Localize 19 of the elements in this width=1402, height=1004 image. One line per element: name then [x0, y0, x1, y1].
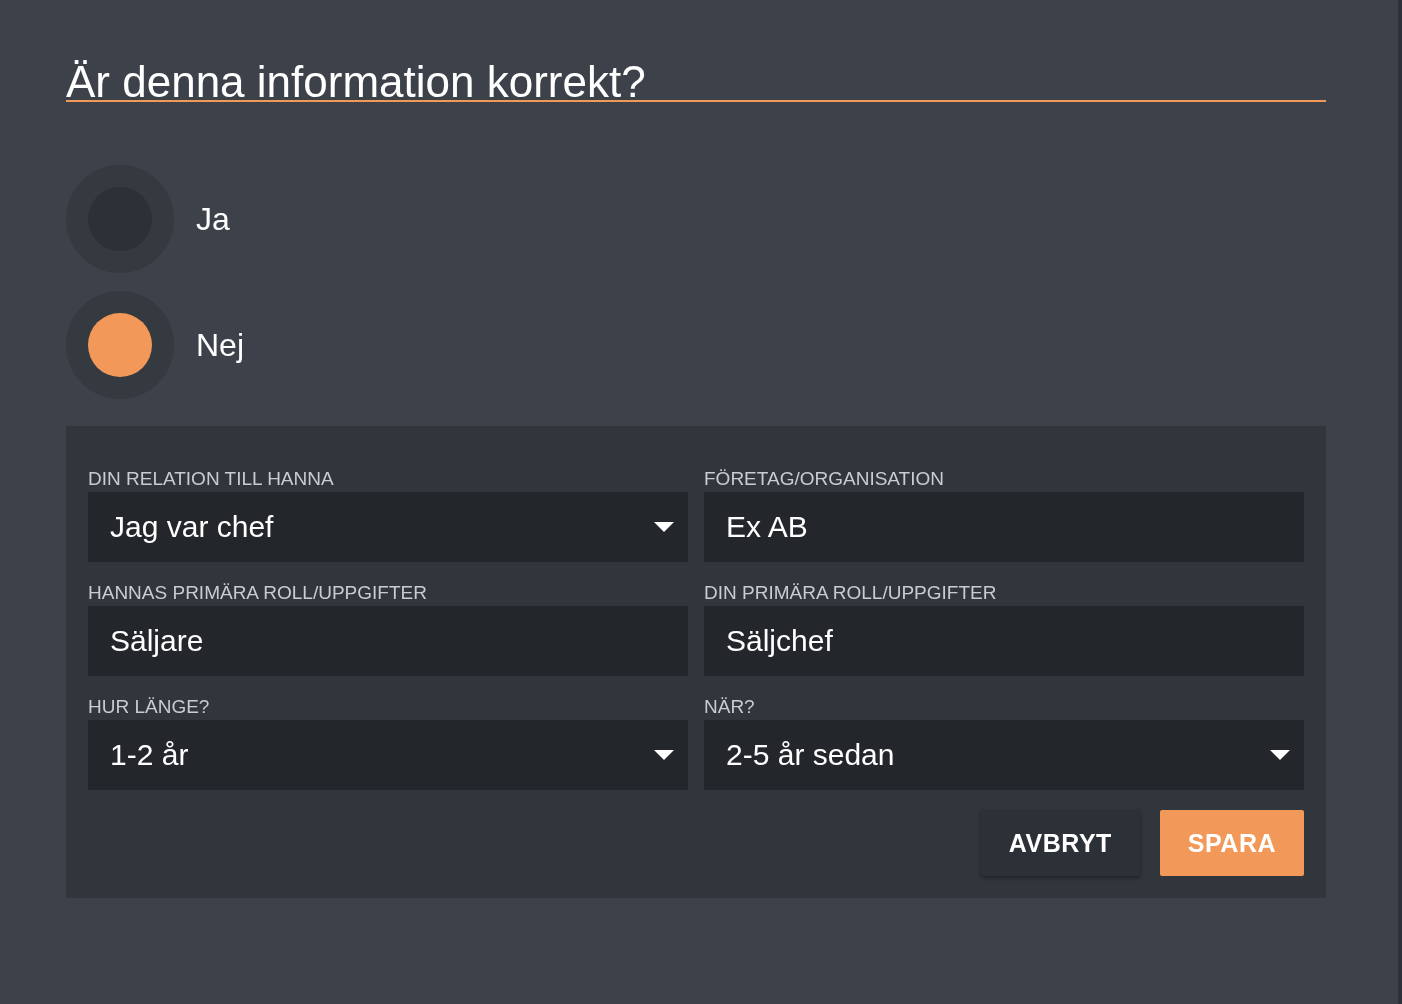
input-field[interactable]: Ex AB — [704, 492, 1304, 562]
field-label: DIN RELATION TILL HANNA — [88, 467, 335, 491]
dropdown[interactable]: 2-5 år sedan — [704, 720, 1304, 790]
field-label: NÄR? — [704, 695, 756, 719]
dialog-title: Är denna information korrekt? — [66, 56, 647, 100]
dropdown[interactable]: Jag var chef — [88, 492, 688, 562]
caret-icon — [1270, 750, 1290, 760]
input-field[interactable]: Säljchef — [704, 606, 1304, 676]
caret-icon — [654, 522, 674, 532]
field-label: DIN PRIMÄRA ROLL/UPPGIFTER — [704, 581, 998, 605]
field-label: HUR LÄNGE? — [88, 695, 211, 719]
radio-label[interactable]: Nej — [196, 326, 244, 364]
caret-icon — [654, 750, 674, 760]
cancel-button[interactable]: AVBRYT — [980, 810, 1140, 876]
dropdown[interactable]: 1-2 år — [88, 720, 688, 790]
field-label: HANNAS PRIMÄRA ROLL/UPPGIFTER — [88, 581, 428, 605]
input-field[interactable]: Säljare — [88, 606, 688, 676]
radio-label[interactable]: Ja — [196, 200, 230, 238]
field-label: FÖRETAG/ORGANISATION — [704, 467, 945, 491]
